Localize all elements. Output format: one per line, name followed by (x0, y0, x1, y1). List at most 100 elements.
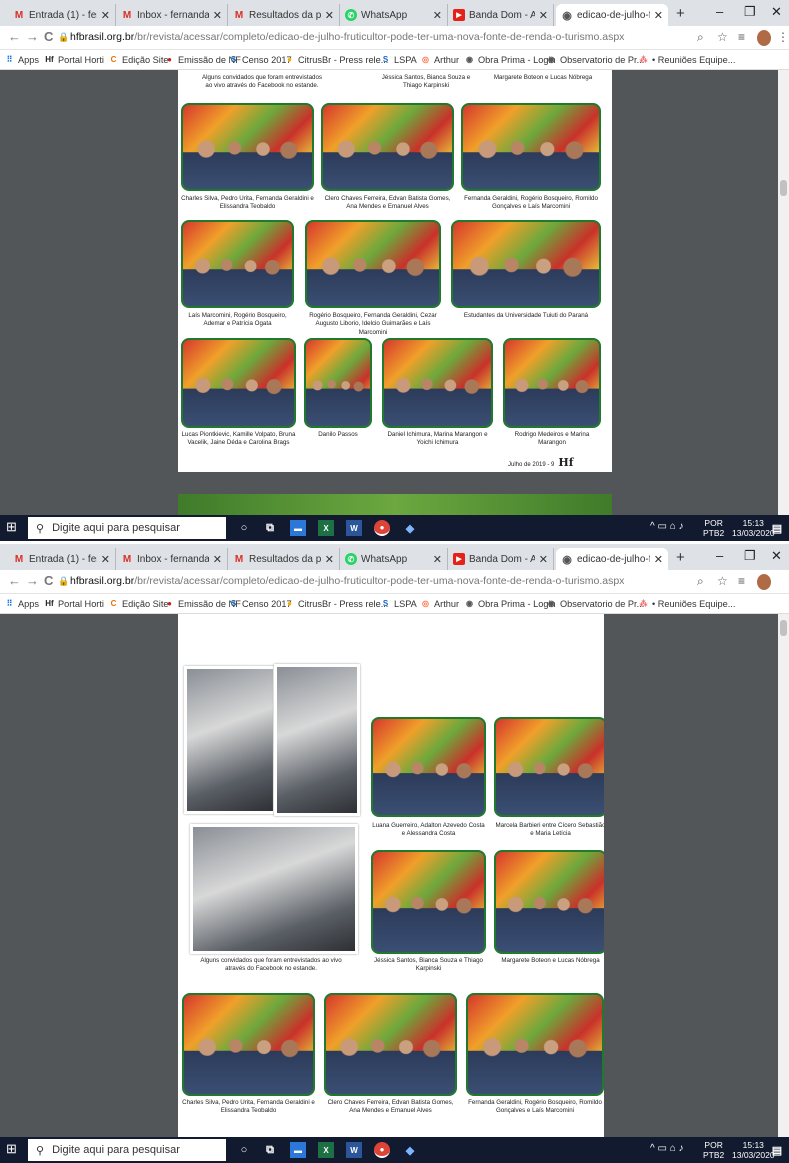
scrollbar[interactable] (778, 70, 789, 515)
file-explorer-icon[interactable]: ▬ (290, 1142, 306, 1158)
bookmark-item[interactable]: ◉ Obra Prima - Login (464, 598, 556, 609)
windows-start-icon[interactable]: ⊞ (6, 1142, 20, 1156)
cortana-icon[interactable]: ○ (236, 1142, 252, 1158)
bookmark-star-icon[interactable]: ☆ (717, 30, 728, 44)
bookmark-item[interactable]: Hf Portal Horti (44, 54, 104, 65)
profile-avatar[interactable] (757, 30, 771, 46)
tab-gmail-inbox[interactable]: M Inbox - fernanda.geraldi ✕ (116, 548, 228, 570)
word-icon[interactable]: W (346, 1142, 362, 1158)
bookmark-item[interactable]: ● CitrusBr - Press rele... (284, 598, 388, 609)
scroll-thumb[interactable] (780, 180, 787, 196)
close-icon[interactable]: ✕ (213, 9, 222, 22)
tab-gmail-inbox[interactable]: M Inbox - fernanda.geraldi ✕ (116, 4, 228, 26)
back-button[interactable]: ← (8, 29, 21, 44)
notification-icon[interactable]: ▤ (769, 1142, 785, 1158)
bookmark-item[interactable]: Hf Portal Horti (44, 598, 104, 609)
pdf-viewer[interactable]: Alguns convidados que foram entrevistado… (0, 70, 789, 515)
scrollbar[interactable] (778, 614, 789, 1137)
chrome-taskbar-icon[interactable]: ● (374, 1142, 390, 1158)
word-icon[interactable]: W (346, 520, 362, 536)
pdf-viewer[interactable]: Alguns convidados que foram entrevistado… (0, 614, 789, 1137)
file-explorer-icon[interactable]: ▬ (290, 520, 306, 536)
close-icon[interactable]: ✕ (325, 553, 334, 566)
zoom-icon[interactable]: ⌕ (697, 574, 704, 589)
address-bar[interactable]: hfbrasil.org.br/br/revista/acessar/compl… (70, 575, 624, 587)
new-tab-button[interactable]: + (676, 549, 685, 566)
bookmark-item[interactable]: C Edição Site (108, 598, 169, 609)
excel-icon[interactable]: X (318, 1142, 334, 1158)
language-indicator[interactable]: POR PTB2 (703, 518, 724, 539)
profile-avatar[interactable] (757, 574, 771, 590)
new-tab-button[interactable]: + (676, 5, 685, 22)
reload-button[interactable]: C (44, 573, 53, 588)
tab-active-edicao[interactable]: ◉ edicao-de-julho-fruticu ✕ (556, 548, 668, 570)
bookmark-item[interactable]: ◉ Obra Prima - Login (464, 54, 556, 65)
reading-list-icon[interactable]: ≡ (738, 574, 745, 588)
tab-gmail-resultados[interactable]: M Resultados da pesquisa ✕ (228, 4, 340, 26)
bookmark-item[interactable]: C Edição Site (108, 54, 169, 65)
close-icon[interactable]: ✕ (654, 9, 663, 22)
close-icon[interactable]: ✕ (539, 553, 548, 566)
close-icon[interactable]: ✕ (101, 553, 110, 566)
minimize-button[interactable]: – (716, 4, 723, 19)
reload-button[interactable]: C (44, 29, 53, 44)
bookmark-item[interactable]: ◉ Observatorio de Pr... (546, 54, 644, 65)
tab-youtube[interactable]: ▶ Banda Dom - Ao Vi ✕ (448, 4, 554, 26)
address-bar[interactable]: hfbrasil.org.br/br/revista/acessar/compl… (70, 31, 624, 43)
close-icon[interactable]: ✕ (101, 9, 110, 22)
tab-whatsapp[interactable]: ✆ WhatsApp ✕ (340, 4, 448, 26)
bookmark-item[interactable]: S Censo 2017 (228, 598, 292, 609)
minimize-button[interactable]: – (716, 548, 723, 563)
tab-youtube[interactable]: ▶ Banda Dom - Ao Vi ✕ (448, 548, 554, 570)
restore-button[interactable]: ❐ (744, 4, 756, 20)
taskbar-search[interactable]: ⚲ Digite aqui para pesquisar (28, 517, 226, 539)
close-icon[interactable]: ✕ (213, 553, 222, 566)
bookmark-item[interactable]: ⁂ • Reuniões Equipe... (638, 54, 736, 65)
tab-gmail-resultados[interactable]: M Resultados da pesquisa ✕ (228, 548, 340, 570)
cortana-icon[interactable]: ○ (236, 520, 252, 536)
scroll-thumb[interactable] (780, 620, 787, 636)
restore-button[interactable]: ❐ (744, 548, 756, 564)
bookmark-item[interactable]: ◉ Observatorio de Pr... (546, 598, 644, 609)
close-icon[interactable]: ✕ (325, 9, 334, 22)
tab-active-edicao[interactable]: ◉ edicao-de-julho-fruticu ✕ (556, 4, 668, 26)
close-icon[interactable]: ✕ (539, 9, 548, 22)
task-view-icon[interactable]: ⧉ (262, 520, 278, 536)
bookmark-item[interactable]: S LSPA (380, 598, 417, 609)
tray-icons[interactable]: ^ ▭ ⌂ ♪ (650, 521, 684, 532)
task-view-icon[interactable]: ⧉ (262, 1142, 278, 1158)
chrome-taskbar-icon[interactable]: ● (374, 520, 390, 536)
close-icon[interactable]: ✕ (654, 553, 663, 566)
bookmark-item[interactable]: ⠿ Apps (4, 598, 39, 609)
reading-list-icon[interactable]: ≡ (738, 30, 745, 44)
bookmark-star-icon[interactable]: ☆ (717, 574, 728, 588)
bookmark-item[interactable]: S LSPA (380, 54, 417, 65)
bookmark-item[interactable]: ◎ Arthur (420, 598, 459, 609)
excel-icon[interactable]: X (318, 520, 334, 536)
menu-icon[interactable]: ⋮ (777, 30, 789, 44)
app-icon[interactable]: ◆ (402, 520, 418, 536)
back-button[interactable]: ← (8, 573, 21, 588)
app-icon[interactable]: ◆ (402, 1142, 418, 1158)
tab-label: Entrada (1) - fernanda.ge (29, 553, 97, 565)
notification-icon[interactable]: ▤ (769, 520, 785, 536)
bookmark-item[interactable]: ● CitrusBr - Press rele... (284, 54, 388, 65)
close-window-button[interactable]: ✕ (771, 4, 782, 20)
forward-button[interactable]: → (26, 573, 39, 588)
zoom-icon[interactable]: ⌕ (697, 30, 704, 45)
forward-button[interactable]: → (26, 29, 39, 44)
bookmark-item[interactable]: ⁂ • Reuniões Equipe... (638, 598, 736, 609)
windows-start-icon[interactable]: ⊞ (6, 520, 20, 534)
tray-icons[interactable]: ^ ▭ ⌂ ♪ (650, 1143, 684, 1154)
close-window-button[interactable]: ✕ (771, 548, 782, 564)
close-icon[interactable]: ✕ (433, 9, 442, 22)
bookmark-item[interactable]: ◎ Arthur (420, 54, 459, 65)
taskbar-search[interactable]: ⚲ Digite aqui para pesquisar (28, 1139, 226, 1161)
close-icon[interactable]: ✕ (433, 553, 442, 566)
bookmark-item[interactable]: S Censo 2017 (228, 54, 292, 65)
tab-gmail-entrada[interactable]: M Entrada (1) - fernanda.ge ✕ (8, 4, 116, 26)
tab-gmail-entrada[interactable]: M Entrada (1) - fernanda.ge ✕ (8, 548, 116, 570)
language-indicator[interactable]: POR PTB2 (703, 1140, 724, 1161)
tab-whatsapp[interactable]: ✆ WhatsApp ✕ (340, 548, 448, 570)
bookmark-item[interactable]: ⠿ Apps (4, 54, 39, 65)
